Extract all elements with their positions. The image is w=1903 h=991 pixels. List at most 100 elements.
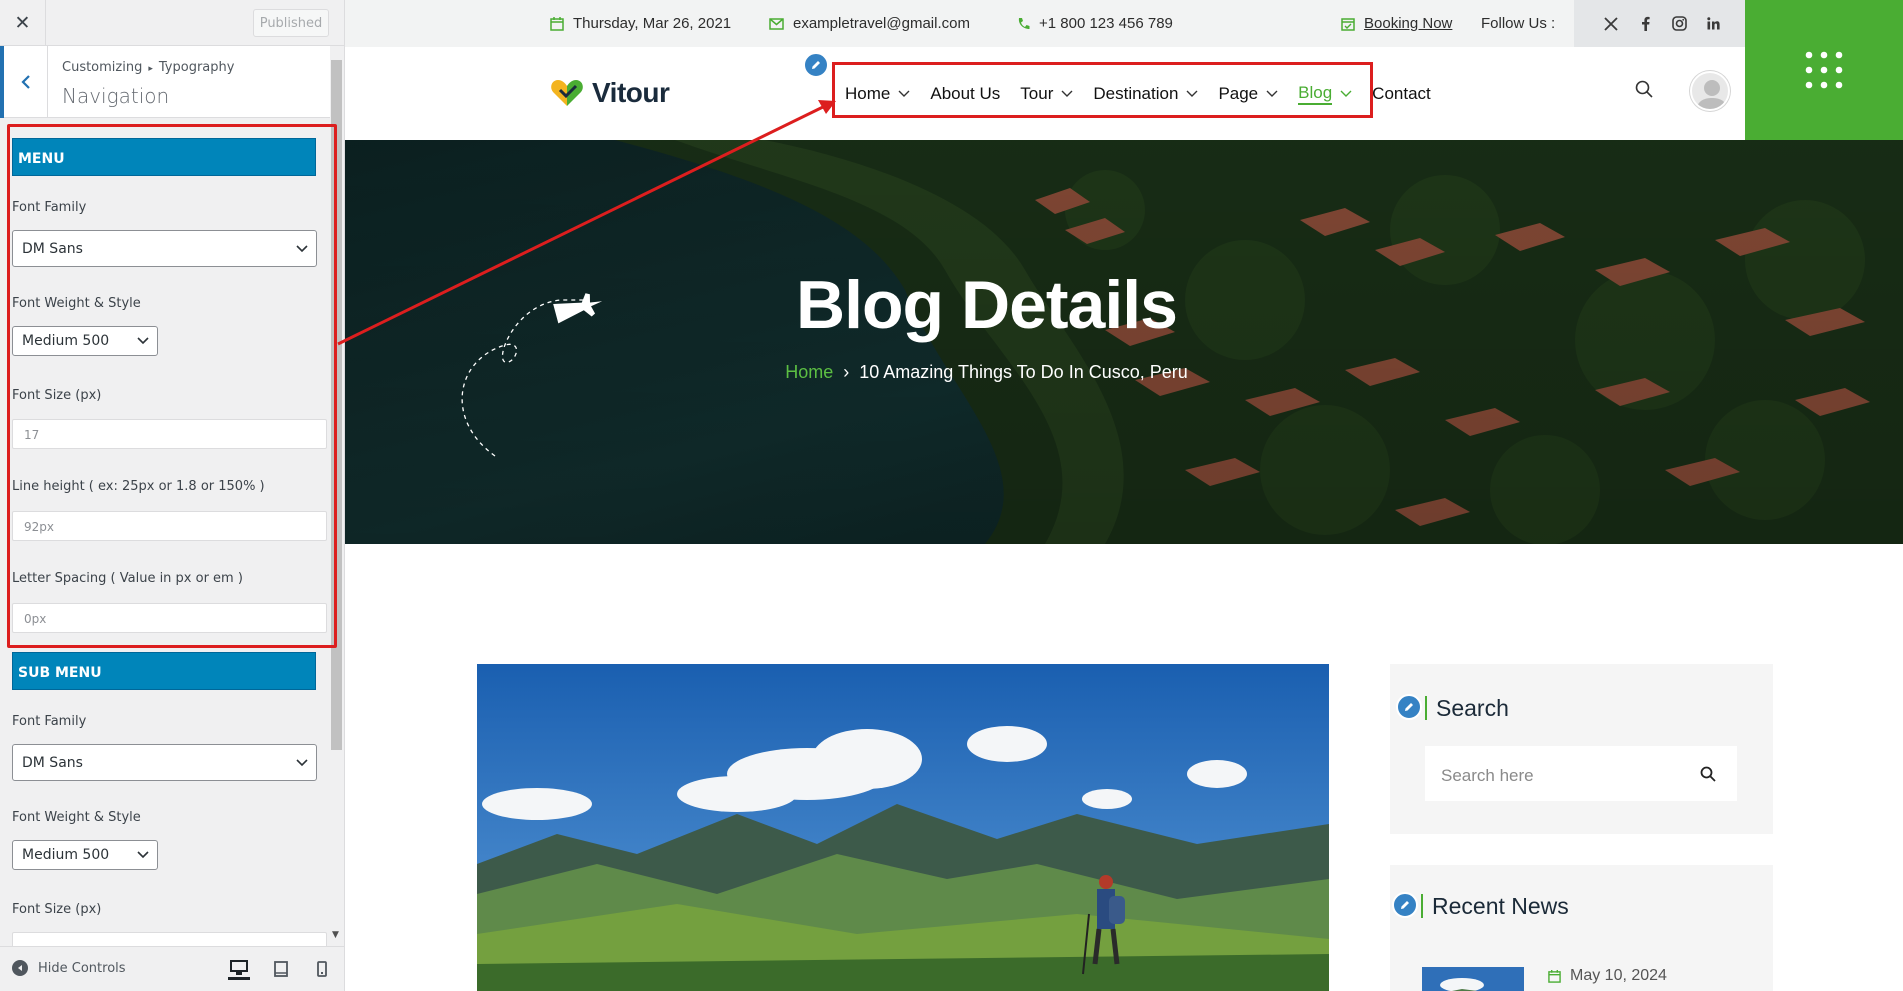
topbar-email-text: exampletravel@gmail.com [793, 15, 970, 32]
nav-label: About Us [930, 84, 1001, 103]
topbar-phone[interactable]: +1 800 123 456 789 [1017, 15, 1173, 32]
recent-news-thumbnail[interactable] [1422, 967, 1524, 991]
nav-label: Page [1218, 84, 1259, 103]
hide-controls-button[interactable]: Hide Controls [12, 960, 126, 976]
breadcrumb: Customizing ▸ Typography [62, 60, 234, 75]
desktop-preview-button[interactable] [228, 958, 250, 980]
topbar-phone-text: +1 800 123 456 789 [1039, 15, 1173, 32]
heart-logo-icon [551, 80, 583, 106]
recent-news-date: May 10, 2024 [1548, 967, 1667, 985]
page-hero: Blog Details Home › 10 Amazing Things To D… [345, 140, 1903, 544]
chevron-down-icon [1266, 90, 1278, 97]
instagram-icon[interactable] [1662, 14, 1696, 34]
calendar-check-icon [1341, 17, 1355, 31]
search-icon [1635, 80, 1653, 98]
customizer-header: ✕ Published [0, 0, 344, 46]
close-icon: ✕ [14, 12, 31, 34]
header-search-button[interactable] [1635, 80, 1653, 103]
topbar-date: Thursday, Mar 26, 2021 [550, 15, 731, 32]
topbar-email[interactable]: exampletravel@gmail.com [769, 15, 970, 32]
chevron-left-icon [20, 75, 30, 89]
submenu-font-family-label: Font Family [12, 714, 87, 729]
close-customizer-button[interactable]: ✕ [0, 0, 46, 46]
chevron-down-icon [137, 851, 149, 859]
section-title: Navigation [62, 84, 170, 108]
breadcrumb-current: 10 Amazing Things To Do In Cusco, Peru [859, 362, 1188, 382]
nav-item-contact[interactable]: Contact [1372, 83, 1431, 105]
search-widget-title: Search [1436, 695, 1509, 721]
submenu-section-heading: SUB MENU [12, 652, 316, 690]
booking-now-link[interactable]: Booking Now [1364, 15, 1452, 32]
submenu-font-weight-select[interactable]: Medium 500 [12, 840, 158, 870]
customizer-app: ✕ Published Customizing ▸ Typography Navig… [0, 0, 1903, 991]
back-button[interactable] [0, 46, 48, 118]
scroll-down-arrow-icon[interactable]: ▼ [332, 930, 339, 940]
chevron-down-icon [1340, 90, 1352, 97]
hide-controls-label: Hide Controls [38, 960, 126, 976]
chevron-down-icon [1061, 90, 1073, 97]
title-accent-bar [1425, 696, 1427, 720]
site-header: Vitour Home About Us Tour Destination Pa… [345, 47, 1745, 140]
site-preview: Thursday, Mar 26, 2021 exampletravel@gma… [345, 0, 1903, 991]
tablet-preview-button[interactable] [270, 958, 292, 980]
breadcrumb-root: Customizing [62, 60, 143, 75]
nav-item-page[interactable]: Page [1218, 83, 1278, 105]
mobile-icon [317, 961, 327, 977]
calendar-icon [550, 16, 564, 31]
recent-news-widget: Recent News May 10, 2024 [1390, 865, 1773, 991]
nav-item-home[interactable]: Home [845, 83, 910, 105]
published-button[interactable]: Published [253, 9, 329, 37]
submenu-font-weight-label: Font Weight & Style [12, 810, 141, 825]
nav-label: Blog [1298, 83, 1333, 105]
user-avatar[interactable] [1690, 71, 1730, 111]
chevron-down-icon [1186, 90, 1198, 97]
chevron-down-icon [296, 758, 308, 766]
chevron-down-icon [898, 90, 910, 97]
topbar-booking[interactable]: Booking Now [1341, 15, 1452, 32]
nav-label: Home [845, 84, 891, 103]
nav-item-destination[interactable]: Destination [1093, 83, 1198, 105]
facebook-icon[interactable] [1628, 14, 1662, 34]
breadcrumb-leaf: Typography [158, 60, 235, 75]
mobile-preview-button[interactable] [311, 958, 333, 980]
blog-featured-image [477, 664, 1329, 991]
site-logo[interactable]: Vitour [550, 77, 670, 109]
sidebar-search-button[interactable] [1700, 766, 1716, 787]
main-navigation: Home About Us Tour Destination Page Blog… [845, 83, 1451, 105]
tablet-icon [274, 961, 288, 977]
submenu-font-family-select[interactable]: DM Sans [12, 744, 317, 781]
collapse-icon [12, 960, 28, 976]
nav-label: Tour [1020, 84, 1054, 103]
linkedin-icon[interactable] [1696, 14, 1730, 34]
edit-shortcut-pencil-icon[interactable] [1396, 694, 1422, 720]
customizer-footer: Hide Controls [0, 946, 344, 991]
sidebar-search-input[interactable]: Search here [1425, 746, 1737, 801]
hero-title: Blog Details [796, 267, 1178, 343]
breadcrumb-separator: ▸ [148, 64, 153, 74]
submenu-font-weight-value: Medium 500 [22, 847, 110, 863]
mail-icon [769, 17, 784, 30]
customizer-panel: ✕ Published Customizing ▸ Typography Navig… [0, 0, 345, 991]
menu-grid-button[interactable] [1745, 0, 1903, 140]
nav-item-about-us[interactable]: About Us [930, 83, 1000, 105]
calendar-icon [1548, 969, 1561, 983]
edit-shortcut-pencil-icon[interactable] [1392, 892, 1418, 918]
site-logo-text: Vitour [592, 77, 670, 108]
section-header: Customizing ▸ Typography Navigation [0, 46, 330, 118]
grid-dots-icon [1805, 51, 1843, 89]
recent-news-date-text: May 10, 2024 [1570, 967, 1667, 984]
edit-shortcut-pencil-icon[interactable] [803, 52, 829, 78]
follow-us-label: Follow Us : [1481, 15, 1556, 32]
phone-icon [1018, 18, 1030, 29]
nav-item-tour[interactable]: Tour [1020, 83, 1073, 105]
top-bar: Thursday, Mar 26, 2021 exampletravel@gma… [345, 0, 1903, 47]
nav-item-blog[interactable]: Blog [1298, 83, 1352, 105]
x-icon[interactable] [1594, 14, 1628, 34]
search-icon [1700, 766, 1716, 782]
breadcrumb-home-link[interactable]: Home [785, 362, 833, 382]
nav-label: Contact [1372, 84, 1431, 103]
social-links [1574, 0, 1745, 47]
user-icon [1696, 80, 1728, 109]
panel-highlight-box [7, 124, 337, 648]
search-widget: Search Search here [1390, 664, 1773, 834]
